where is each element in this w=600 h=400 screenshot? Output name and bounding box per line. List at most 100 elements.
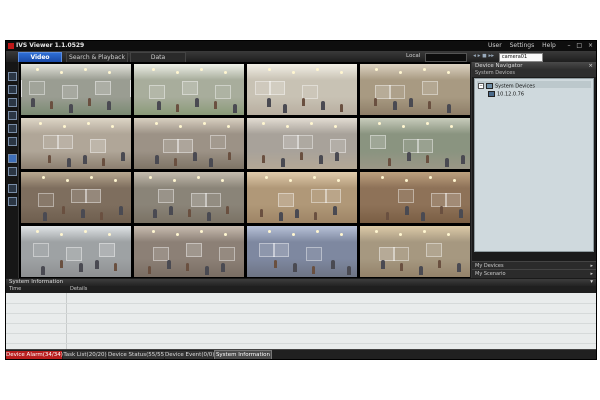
close-icon[interactable]: × [588, 42, 593, 49]
tab-device-status[interactable]: Device Status(55/55) [108, 351, 166, 359]
scene-person [207, 212, 211, 221]
scene-storefront [269, 81, 285, 95]
view-custom-icon[interactable] [8, 111, 17, 120]
scene-person [335, 152, 339, 161]
layout-select[interactable] [425, 53, 468, 62]
tab-device-alarm[interactable]: Device Alarm(34/34) [6, 351, 63, 359]
tree-child-label: 10.12.0.76 [497, 91, 525, 98]
scene-storefront [99, 243, 115, 257]
panel-section-title: System Devices [475, 70, 515, 76]
scene-light [203, 122, 206, 125]
title-bar: IVS Viewer 1.1.0529 User Settings Help –… [6, 41, 596, 51]
scene-storefront [71, 189, 87, 203]
scene-storefront [393, 247, 409, 261]
expand-icon[interactable]: ▸ [590, 270, 593, 278]
scene-person [302, 98, 305, 106]
scene-light [334, 125, 337, 128]
video-cell-mall-11[interactable] [247, 226, 357, 277]
camera-icon[interactable] [8, 184, 17, 193]
scene-person [279, 212, 283, 221]
scene-person [407, 152, 411, 161]
scene-person [461, 155, 465, 164]
scene-person [114, 263, 117, 271]
play-controls-icon[interactable]: ◂ ▸ ◼ ▸▸ [473, 52, 494, 61]
view-1x1-icon[interactable] [8, 72, 17, 81]
layout-label: Local [406, 53, 421, 59]
view-2x2-icon[interactable] [8, 85, 17, 94]
toolbar-controls: Local ◂ ▸ ◼ ▸▸ camera01 [406, 52, 543, 62]
tab-device-event[interactable]: Device Event(0/0) [165, 351, 214, 359]
scene-light [227, 125, 230, 128]
record-icon[interactable] [8, 137, 17, 146]
scene-light [426, 122, 429, 125]
scene-person [457, 263, 461, 272]
scene-person [447, 104, 451, 113]
video-cell-mall-8[interactable] [360, 172, 470, 223]
tab-system-information[interactable]: System Information [214, 350, 272, 359]
scene-ceiling [360, 64, 470, 80]
scene-light [200, 230, 203, 233]
pin-icon[interactable]: ▾ [590, 279, 593, 286]
scene-person [281, 158, 285, 167]
view-3x3-icon[interactable] [8, 98, 17, 107]
user-select[interactable]: camera01 [498, 53, 543, 62]
scene-ceiling [360, 118, 470, 134]
scene-light [200, 68, 203, 71]
maximize-icon[interactable]: □ [576, 42, 582, 49]
view-4x4-icon[interactable] [8, 154, 17, 163]
settings-icon[interactable] [8, 197, 17, 206]
scene-ceiling [21, 226, 131, 242]
scene-storefront [302, 85, 318, 99]
menu-help[interactable]: Help [542, 42, 556, 49]
menu-settings[interactable]: Settings [510, 42, 535, 49]
video-cell-mall-9[interactable] [21, 226, 131, 277]
video-cell-mall-10[interactable] [134, 226, 244, 277]
video-cell-mall-3[interactable] [247, 118, 357, 169]
tab-task-list[interactable]: Task List(20/20) [63, 351, 107, 359]
scene-storefront [66, 247, 82, 261]
panel-close-icon[interactable]: × [588, 62, 593, 70]
video-cell-office-1[interactable] [21, 64, 131, 115]
scene-light [405, 179, 408, 182]
video-cell-lobby-2[interactable] [360, 64, 470, 115]
scene-person [88, 98, 91, 106]
video-cell-lobby-1[interactable] [247, 64, 357, 115]
scene-light [286, 125, 289, 128]
scene-person [233, 104, 237, 113]
table-row [6, 303, 596, 304]
snapshot-icon[interactable] [8, 124, 17, 133]
column-time: Time [9, 286, 22, 292]
video-cell-mall-5[interactable] [21, 172, 131, 223]
scene-person [195, 98, 199, 107]
video-cell-mall-12[interactable] [360, 226, 470, 277]
video-cell-mall-4[interactable] [360, 118, 470, 169]
collapse-icon[interactable]: − [478, 83, 484, 89]
scene-person [193, 152, 197, 161]
scene-storefront [62, 85, 78, 99]
video-grid [19, 62, 470, 278]
scene-light [423, 68, 426, 71]
scene-person [209, 158, 213, 167]
tree-child[interactable]: 10.12.0.76 [488, 91, 524, 99]
video-cell-mall-6[interactable] [134, 172, 244, 223]
scene-storefront [375, 85, 391, 99]
minimize-icon[interactable]: – [567, 42, 570, 49]
scene-person [157, 101, 161, 110]
video-cell-mall-7[interactable] [247, 172, 357, 223]
scene-ceiling [134, 172, 244, 188]
video-cell-mall-1[interactable] [21, 118, 131, 169]
scene-light [399, 233, 402, 236]
menu-user[interactable]: User [488, 42, 502, 49]
scene-light [149, 176, 152, 179]
scene-ceiling [360, 226, 470, 242]
video-cell-mall-2[interactable] [134, 118, 244, 169]
column-separator [66, 293, 67, 349]
scene-light [375, 230, 378, 233]
video-cell-office-2[interactable] [134, 64, 244, 115]
tree-root[interactable]: − System Devices [478, 83, 535, 91]
fullscreen-icon[interactable] [8, 167, 17, 176]
ivs-viewer-window: IVS Viewer 1.1.0529 User Settings Help –… [5, 40, 597, 360]
my-scenario-bar[interactable]: My Scenario ▸ [472, 269, 596, 278]
scene-light [155, 122, 158, 125]
scene-person [388, 158, 391, 166]
